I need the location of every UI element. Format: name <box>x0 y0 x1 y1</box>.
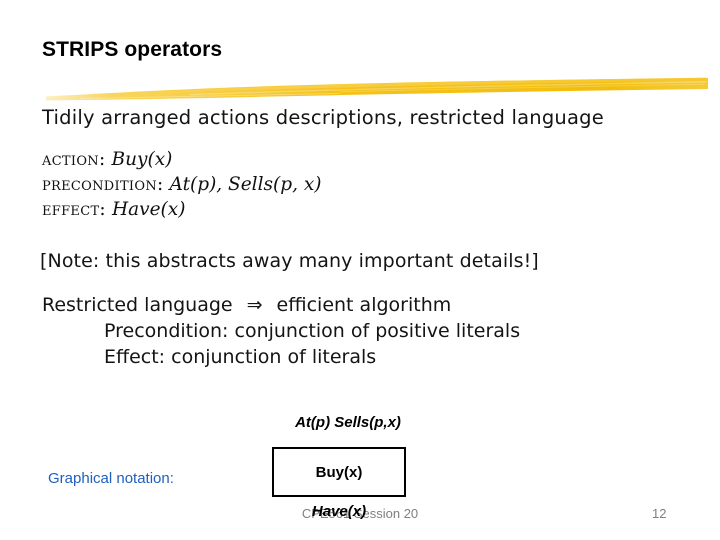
slide-canvas: STRIPS operators Tidily arranged actions… <box>0 0 720 540</box>
operator-schema: Action: Buy(x) Precondition: At(p), Sells(… <box>42 147 321 222</box>
schema-row-effect: Effect: Have(x) <box>42 197 321 222</box>
schema-expression-precondition: At(p), Sells(p, x) <box>169 174 322 195</box>
schema-expression-effect: Have(x) <box>111 199 186 220</box>
page-title: STRIPS operators <box>42 38 223 61</box>
restricted-bullet-precondition: Precondition: conjunction of positive li… <box>104 320 521 342</box>
brush-stroke-icon <box>46 77 708 101</box>
note-line: [Note: this abstracts away many importan… <box>40 250 539 272</box>
graphical-notation-label: Graphical notation: <box>48 470 174 487</box>
diagram-action-label: Buy(x) <box>315 463 363 481</box>
brush-stroke-decoration <box>40 70 708 106</box>
diagram-precondition-labels: At(p) Sells(p,x) <box>295 414 401 431</box>
schema-keyword-action: Action: <box>42 149 106 170</box>
schema-expression-action: Buy(x) <box>111 149 173 170</box>
diagram-effect-label: Have(x) <box>311 503 367 520</box>
lead-sentence: Tidily arranged actions descriptions, re… <box>42 106 604 129</box>
schema-row-precondition: Precondition: At(p), Sells(p, x) <box>42 172 321 197</box>
efficient-algorithm-text: efficient algorithm <box>276 294 452 316</box>
schema-keyword-precondition: Precondition: <box>42 174 164 195</box>
restricted-language-block: Restricted language ⇒ efficient algorithm … <box>42 292 520 370</box>
schema-keyword-effect: Effect: <box>42 199 106 220</box>
restricted-bullet-effect: Effect: conjunction of literals <box>104 346 377 368</box>
implies-arrow-icon: ⇒ <box>246 294 263 316</box>
diagram-action-box: Buy(x) <box>272 447 406 497</box>
schema-row-action: Action: Buy(x) <box>42 147 321 172</box>
restricted-language-text: Restricted language <box>42 294 233 316</box>
restricted-implication-row: Restricted language ⇒ efficient algorithm <box>42 292 520 318</box>
